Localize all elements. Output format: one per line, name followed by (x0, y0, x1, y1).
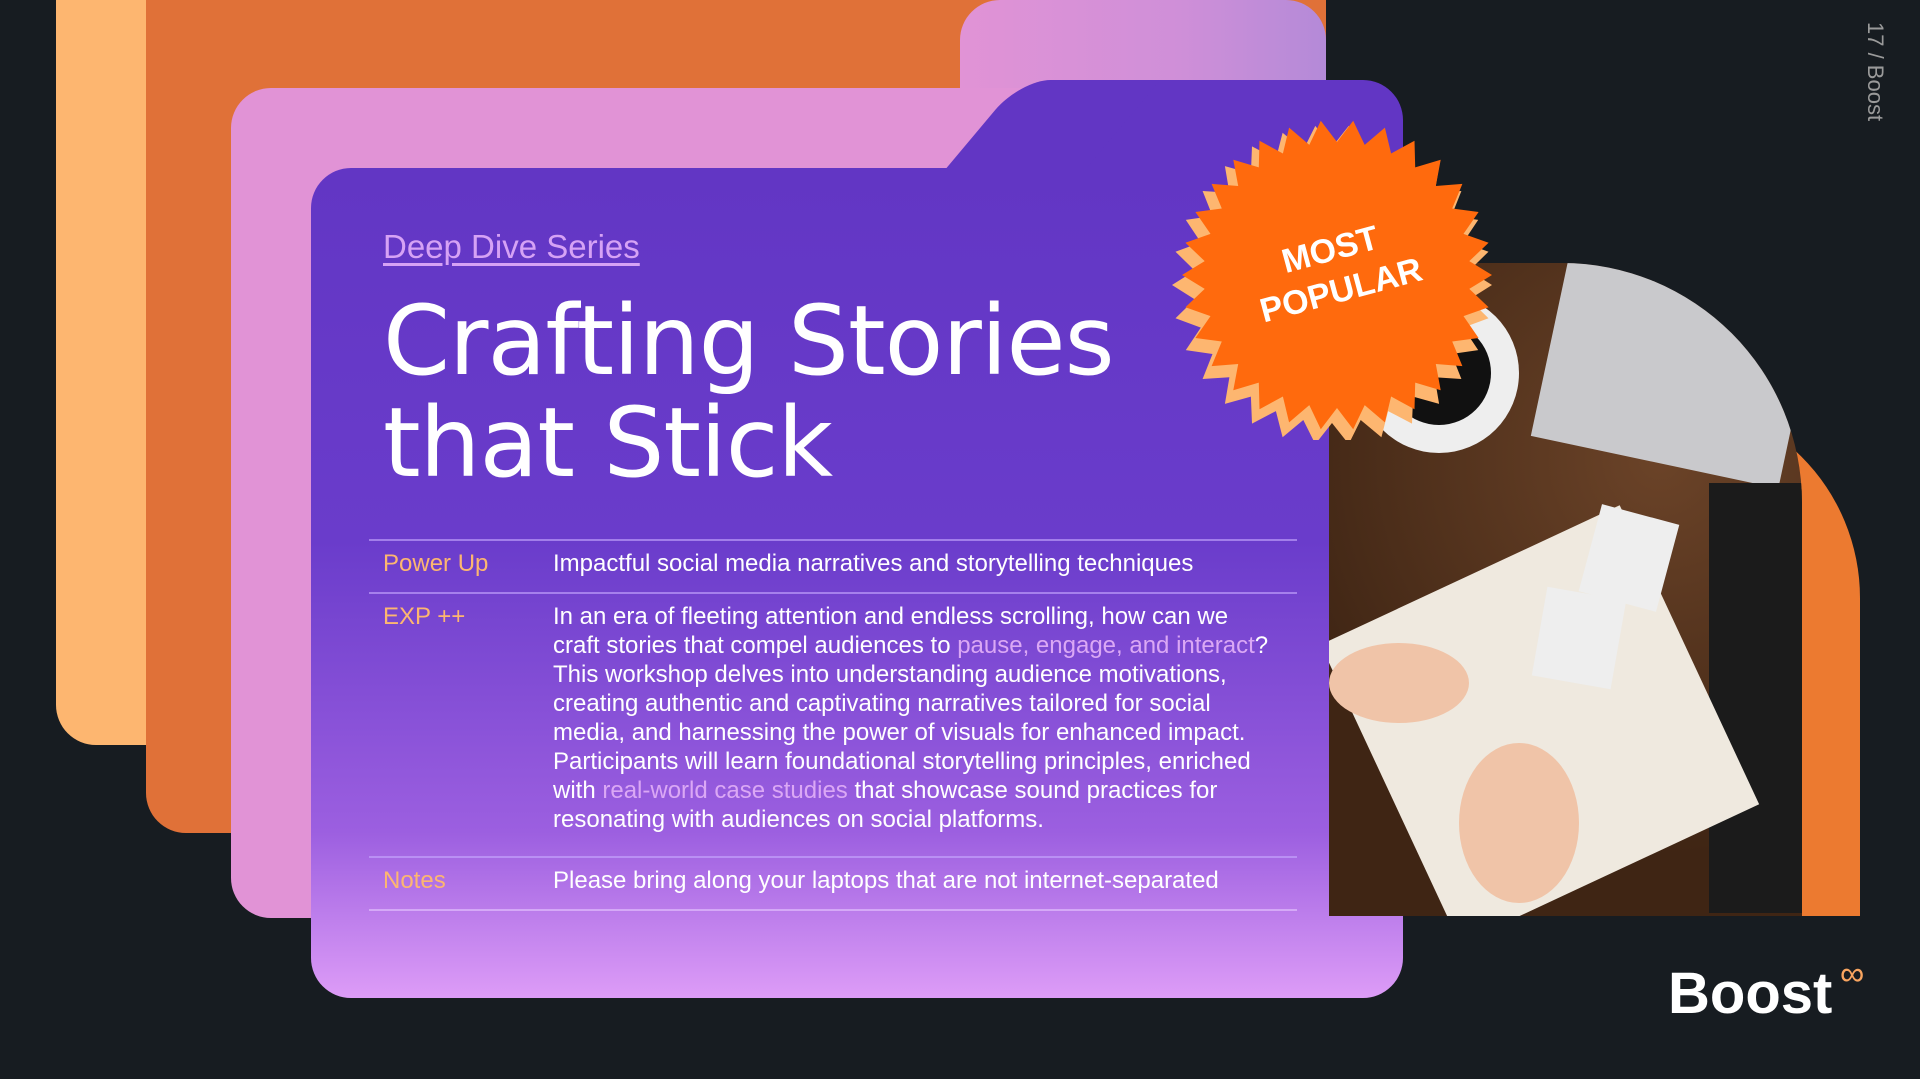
title-line-1: Crafting Stories (383, 285, 1115, 397)
title-line-2: that Stick (383, 387, 833, 499)
table-row: Notes Please bring along your laptops th… (369, 856, 1297, 911)
table-row: Power Up Impactful social media narrativ… (369, 539, 1297, 592)
table-row: EXP ++ In an era of fleeting attention a… (369, 592, 1297, 856)
row-label: EXP ++ (383, 603, 466, 630)
row-value: Please bring along your laptops that are… (553, 867, 1219, 894)
row-value: Impactful social media narratives and st… (553, 550, 1194, 577)
boost-logo: Boost (1668, 961, 1833, 1026)
row-value: In an era of fleeting attention and endl… (553, 602, 1297, 834)
row-label: Notes (383, 867, 446, 894)
details-table: Power Up Impactful social media narrativ… (369, 539, 1297, 911)
infinity-icon: ∞ (1840, 955, 1865, 993)
highlight-text: pause, engage, and interact (957, 632, 1255, 659)
page-title: Crafting Stories that Stick (383, 285, 1115, 499)
most-popular-badge: MOST POPULAR (1172, 120, 1492, 440)
series-link[interactable]: Deep Dive Series (383, 228, 640, 266)
row-label: Power Up (383, 550, 489, 577)
highlight-text: real-world case studies (602, 777, 848, 804)
page-indicator: 17 / Boost (1863, 22, 1888, 122)
